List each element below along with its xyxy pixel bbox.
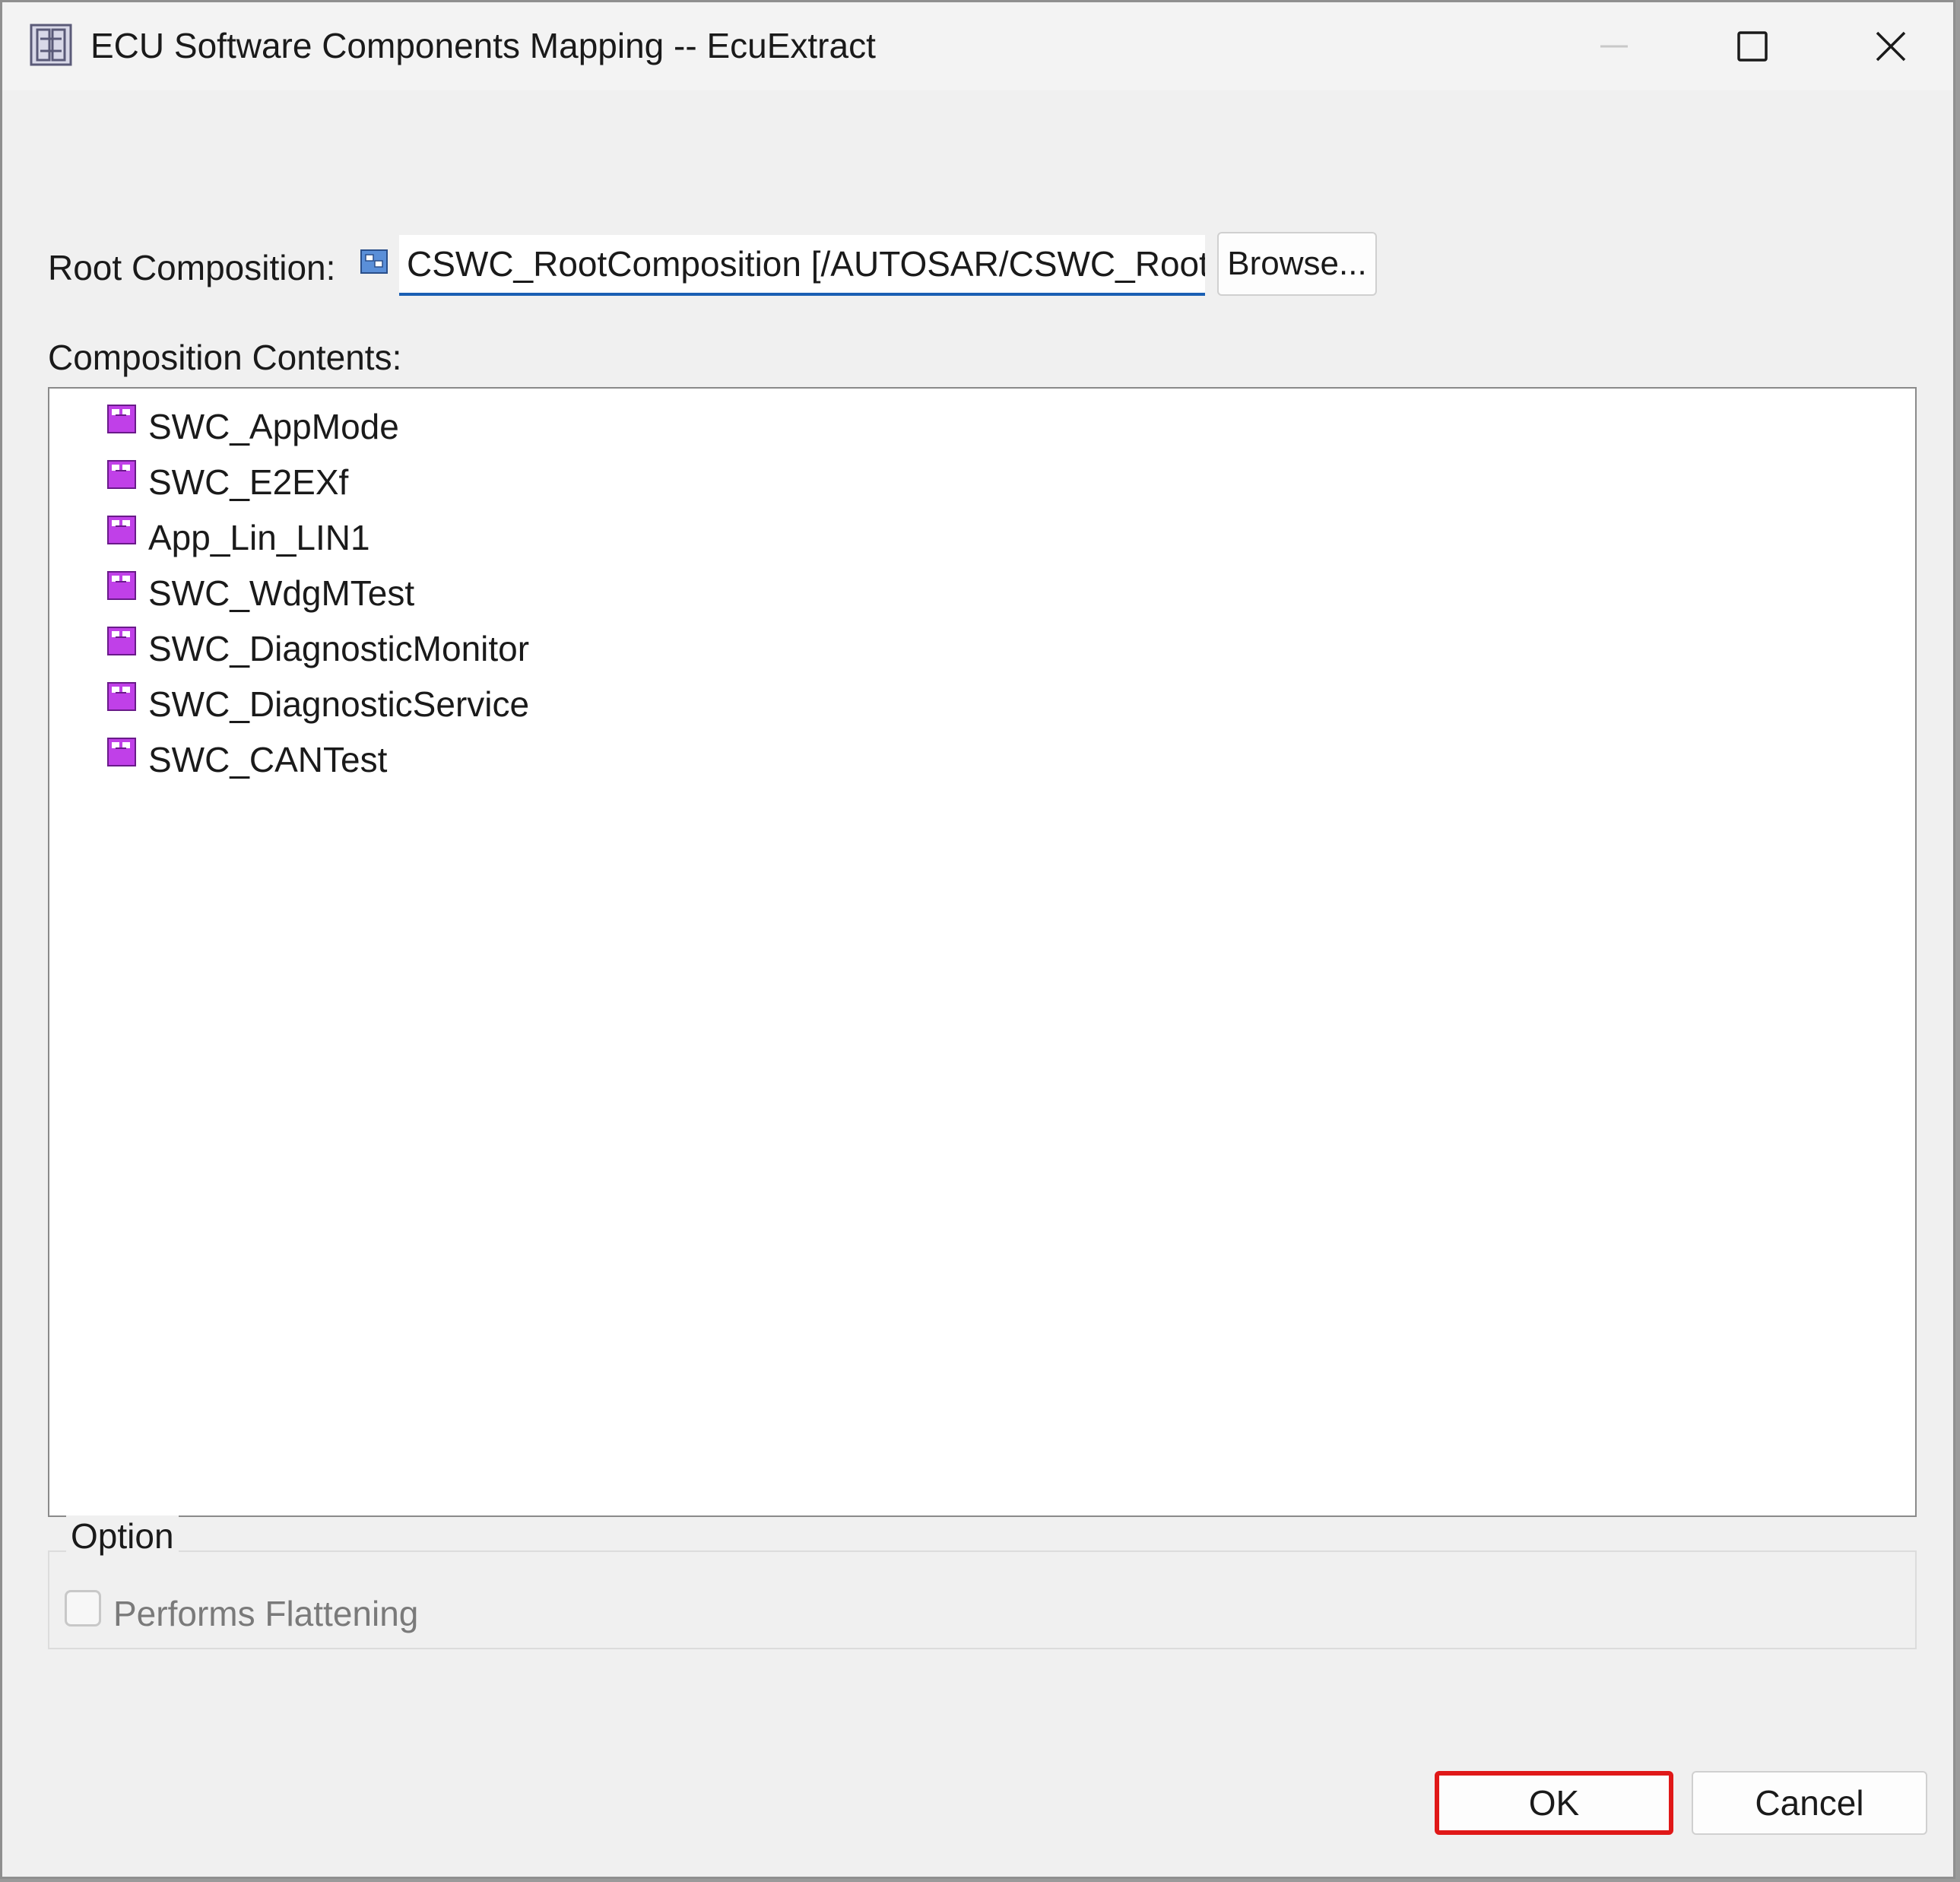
window-title: ECU Software Components Mapping -- EcuEx…: [90, 26, 876, 65]
close-icon: [1876, 31, 1906, 62]
performs-flattening-checkbox[interactable]: [65, 1590, 101, 1627]
software-component-icon: [107, 682, 136, 711]
tree-item[interactable]: SWC_DiagnosticService: [107, 681, 529, 727]
tree-item-label: SWC_CANTest: [148, 740, 388, 779]
software-component-icon: [107, 405, 136, 433]
tree-item[interactable]: SWC_WdgMTest: [107, 570, 414, 616]
software-component-icon: [107, 516, 136, 544]
tree-item-label: App_Lin_LIN1: [148, 518, 370, 557]
software-component-icon: [107, 460, 136, 489]
option-group: Option Performs Flattening: [48, 1515, 1917, 1649]
tree-item-label: SWC_WdgMTest: [148, 573, 415, 613]
tree-item[interactable]: SWC_AppMode: [107, 404, 399, 449]
tree-item[interactable]: SWC_E2EXf: [107, 459, 348, 505]
tree-item-label: SWC_AppMode: [148, 407, 399, 446]
root-composition-label: Root Composition:: [48, 248, 336, 287]
title-bar: ECU Software Components Mapping -- EcuEx…: [2, 2, 1953, 90]
browse-button[interactable]: Browse...: [1217, 232, 1377, 296]
software-component-icon: [107, 738, 136, 766]
composition-contents-tree[interactable]: SWC_AppMode SWC_E2EXf App_Lin_LIN1 SWC_W…: [48, 387, 1917, 1517]
tree-item[interactable]: App_Lin_LIN1: [107, 515, 370, 560]
tree-item-label: SWC_DiagnosticMonitor: [148, 629, 530, 668]
tree-item-label: SWC_DiagnosticService: [148, 684, 530, 724]
composition-icon: [360, 249, 388, 274]
close-button[interactable]: [1860, 16, 1921, 77]
minimize-icon: [1600, 45, 1628, 48]
maximize-button[interactable]: [1722, 16, 1783, 77]
option-legend: Option: [66, 1515, 179, 1557]
root-composition-field[interactable]: [399, 235, 1205, 296]
ecu-extract-icon: [30, 24, 72, 66]
performs-flattening-label: Performs Flattening: [113, 1594, 419, 1633]
composition-contents-label: Composition Contents:: [48, 338, 402, 377]
software-component-icon: [107, 627, 136, 655]
software-component-icon: [107, 571, 136, 600]
ok-button[interactable]: OK: [1435, 1771, 1673, 1835]
tree-item-label: SWC_E2EXf: [148, 462, 349, 502]
dialog-window: ECU Software Components Mapping -- EcuEx…: [0, 0, 1955, 1879]
tree-item[interactable]: SWC_CANTest: [107, 737, 387, 782]
minimize-button[interactable]: [1584, 16, 1644, 77]
tree-item[interactable]: SWC_DiagnosticMonitor: [107, 626, 529, 671]
cancel-button[interactable]: Cancel: [1692, 1771, 1927, 1835]
maximize-icon: [1737, 31, 1768, 62]
